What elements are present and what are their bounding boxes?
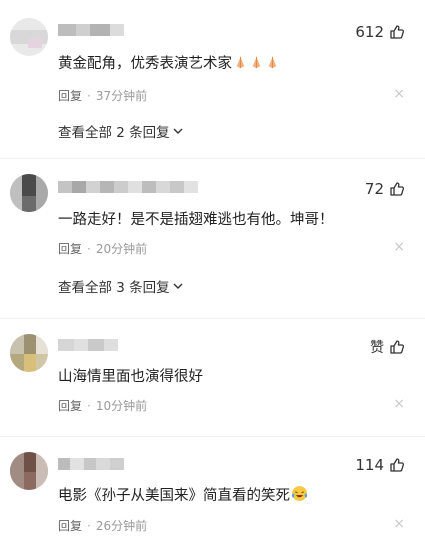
like-button[interactable]: 72 bbox=[365, 180, 405, 198]
separator-dot: · bbox=[87, 518, 91, 533]
timestamp: 37分钟前 bbox=[95, 89, 148, 103]
like-button[interactable]: 612 bbox=[355, 23, 405, 41]
divider bbox=[0, 318, 425, 319]
chevron-down-icon bbox=[173, 128, 183, 134]
thumbs-up-icon bbox=[390, 458, 405, 472]
pray-emoji bbox=[264, 56, 280, 72]
avatar[interactable] bbox=[10, 18, 48, 56]
timestamp: 20分钟前 bbox=[95, 242, 148, 256]
divider bbox=[0, 436, 425, 437]
comment-text: 黄金配角，优秀表演艺术家 bbox=[58, 52, 280, 73]
reply-button[interactable]: 回复 bbox=[58, 397, 82, 414]
close-icon[interactable]: × bbox=[393, 516, 405, 532]
username-blurred[interactable] bbox=[58, 24, 124, 36]
like-button[interactable]: 114 bbox=[355, 456, 405, 474]
thumbs-up-icon bbox=[390, 340, 405, 354]
laugh-cry-emoji bbox=[290, 486, 308, 504]
timestamp: 26分钟前 bbox=[95, 519, 148, 533]
username-blurred[interactable] bbox=[58, 339, 118, 351]
comment-text: 电影《孙子从美国来》简直看的笑死 bbox=[58, 484, 308, 505]
avatar[interactable] bbox=[10, 174, 48, 212]
like-button[interactable]: 赞 bbox=[370, 337, 405, 357]
like-count: 赞 bbox=[370, 340, 384, 356]
pray-emoji bbox=[232, 56, 248, 72]
comment-text: 一路走好！是不是插翅难逃也有他。坤哥！ bbox=[58, 212, 334, 228]
chevron-down-icon bbox=[173, 283, 183, 289]
reply-button[interactable]: 回复 bbox=[58, 87, 82, 104]
view-all-replies-button[interactable]: 查看全部 3 条回复 bbox=[58, 276, 183, 296]
like-count: 72 bbox=[364, 180, 384, 198]
thumbs-up-icon bbox=[390, 182, 405, 196]
close-icon[interactable]: × bbox=[393, 86, 405, 102]
avatar[interactable] bbox=[10, 452, 48, 490]
thumbs-up-icon bbox=[390, 25, 405, 39]
divider bbox=[0, 158, 425, 159]
comment-text: 山海情里面也演得很好 bbox=[58, 369, 203, 385]
pray-emoji bbox=[248, 56, 264, 72]
comment-meta: 回复 · 10分钟前 bbox=[58, 397, 147, 414]
avatar[interactable] bbox=[10, 334, 48, 372]
separator-dot: · bbox=[87, 398, 91, 413]
close-icon[interactable]: × bbox=[393, 396, 405, 412]
username-blurred[interactable] bbox=[58, 181, 198, 193]
like-count: 114 bbox=[355, 456, 384, 474]
username-blurred[interactable] bbox=[58, 458, 124, 470]
comment-meta: 回复 · 37分钟前 bbox=[58, 87, 147, 104]
separator-dot: · bbox=[87, 88, 91, 103]
comment-meta: 回复 · 20分钟前 bbox=[58, 240, 147, 257]
view-all-replies-button[interactable]: 查看全部 2 条回复 bbox=[58, 121, 183, 141]
reply-button[interactable]: 回复 bbox=[58, 517, 82, 534]
close-icon[interactable]: × bbox=[393, 239, 405, 255]
timestamp: 10分钟前 bbox=[95, 399, 148, 413]
comment-meta: 回复 · 26分钟前 bbox=[58, 517, 147, 534]
reply-button[interactable]: 回复 bbox=[58, 240, 82, 257]
like-count: 612 bbox=[355, 23, 384, 41]
separator-dot: · bbox=[87, 241, 91, 256]
